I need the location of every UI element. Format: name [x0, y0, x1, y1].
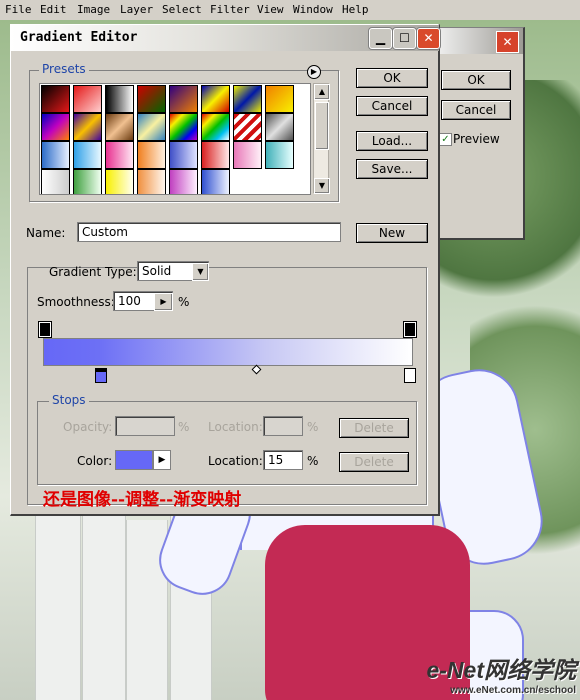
- preset-swatch[interactable]: [169, 141, 198, 169]
- color-location-input[interactable]: 15: [263, 450, 303, 470]
- color-location-label: Location:: [208, 454, 263, 468]
- preset-swatch[interactable]: [265, 113, 294, 141]
- fence-slat: [82, 510, 126, 700]
- presets-scrollbar[interactable]: ▲ ▼: [313, 83, 330, 194]
- color-picker-arrow-icon[interactable]: ▶: [153, 450, 171, 470]
- gradient-map-dialog: ✕ OK Cancel ✓ Preview: [432, 27, 525, 240]
- color-delete-button: Delete: [339, 452, 409, 472]
- gradient-map-cancel-button[interactable]: Cancel: [441, 100, 511, 120]
- menu-view[interactable]: View: [257, 3, 284, 16]
- preset-swatch[interactable]: [105, 113, 134, 141]
- preset-swatch[interactable]: [265, 141, 294, 169]
- close-icon[interactable]: ✕: [496, 31, 519, 53]
- preset-swatch[interactable]: [41, 113, 70, 141]
- preset-swatch[interactable]: [265, 85, 294, 113]
- stops-group: [37, 401, 417, 485]
- menu-filter[interactable]: Filter: [210, 3, 250, 16]
- preset-swatch[interactable]: [105, 141, 134, 169]
- new-button[interactable]: New: [356, 223, 428, 243]
- preset-swatch[interactable]: [201, 113, 230, 141]
- preset-swatch[interactable]: [137, 113, 166, 141]
- opacity-location-unit: %: [307, 420, 319, 434]
- menu-help[interactable]: Help: [342, 3, 369, 16]
- name-input[interactable]: Custom: [77, 222, 341, 242]
- preset-swatch[interactable]: [201, 169, 230, 194]
- menu-layer[interactable]: Layer: [120, 3, 153, 16]
- preview-label: Preview: [453, 132, 500, 146]
- preset-swatch[interactable]: [137, 141, 166, 169]
- menubar: File Edit Image Layer Select Filter View…: [0, 0, 580, 21]
- menu-select[interactable]: Select: [162, 3, 202, 16]
- preset-swatch[interactable]: [73, 113, 102, 141]
- opacity-location-input: [263, 416, 303, 436]
- load-button[interactable]: Load...: [356, 131, 428, 151]
- preset-swatch[interactable]: [41, 169, 70, 194]
- color-location-unit: %: [307, 454, 319, 468]
- cancel-button[interactable]: Cancel: [356, 96, 428, 116]
- preset-swatch[interactable]: [73, 169, 102, 194]
- preset-swatch[interactable]: [201, 85, 230, 113]
- dialog-title: Gradient Editor: [20, 30, 138, 45]
- opacity-input: [115, 416, 175, 436]
- gradient-type-label: Gradient Type:: [49, 265, 137, 279]
- preset-swatch[interactable]: [137, 85, 166, 113]
- stops-legend: Stops: [49, 393, 89, 407]
- color-stop-right[interactable]: [404, 368, 416, 383]
- menu-window[interactable]: Window: [293, 3, 333, 16]
- gradient-editor-titlebar[interactable]: Gradient Editor ▁ ☐ ✕: [11, 25, 440, 51]
- opacity-unit: %: [178, 420, 190, 434]
- preset-swatch[interactable]: [41, 85, 70, 113]
- name-label: Name:: [26, 226, 66, 240]
- color-swatch[interactable]: [115, 450, 153, 470]
- presets-legend: Presets: [39, 62, 89, 76]
- scroll-up-icon[interactable]: ▲: [314, 84, 330, 100]
- opacity-stop-left[interactable]: [39, 322, 51, 337]
- watermark-url: www.eNet.com.cn/eschool: [450, 685, 576, 696]
- preset-swatch[interactable]: [169, 113, 198, 141]
- watermark-brand: e-Net网络学院: [426, 657, 576, 683]
- preset-swatch[interactable]: [73, 85, 102, 113]
- save-button[interactable]: Save...: [356, 159, 428, 179]
- opacity-delete-button: Delete: [339, 418, 409, 438]
- opacity-stop-right[interactable]: [404, 322, 416, 337]
- preset-swatch[interactable]: [137, 169, 166, 194]
- preset-swatch[interactable]: [233, 141, 262, 169]
- chevron-down-icon[interactable]: ▼: [192, 263, 209, 281]
- menu-image[interactable]: Image: [77, 3, 110, 16]
- flyout-arrow-icon[interactable]: ▶: [307, 65, 321, 79]
- scroll-thumb[interactable]: [315, 102, 329, 150]
- presets-swatches: [39, 83, 311, 195]
- preset-swatch[interactable]: [169, 169, 198, 194]
- smoothness-unit: %: [178, 295, 190, 309]
- close-icon[interactable]: ✕: [417, 28, 440, 49]
- color-label: Color:: [77, 454, 113, 468]
- preset-swatch[interactable]: [201, 141, 230, 169]
- preset-swatch[interactable]: [41, 141, 70, 169]
- smoothness-label: Smoothness:: [37, 295, 115, 309]
- gradient-editor-dialog: Gradient Editor ▁ ☐ ✕ Presets ▶ ▲ ▼ OK C…: [10, 24, 440, 516]
- gradient-preview-bar[interactable]: [43, 338, 413, 366]
- site-watermark: e-Net网络学院 www.eNet.com.cn/eschool: [426, 651, 576, 696]
- preset-swatch[interactable]: [73, 141, 102, 169]
- color-stop-selected[interactable]: [95, 368, 107, 383]
- menu-edit[interactable]: Edit: [40, 3, 67, 16]
- scroll-down-icon[interactable]: ▼: [314, 178, 330, 194]
- ok-button[interactable]: OK: [356, 68, 428, 88]
- minimize-icon[interactable]: ▁: [369, 28, 392, 49]
- menu-file[interactable]: File: [5, 3, 32, 16]
- maximize-icon[interactable]: ☐: [393, 28, 416, 49]
- preset-swatch[interactable]: [169, 85, 198, 113]
- preset-swatch[interactable]: [233, 113, 262, 141]
- tutorial-annotation: 还是图像--调整--渐变映射: [43, 490, 242, 510]
- fence-slat: [35, 510, 81, 700]
- opacity-label: Opacity:: [63, 420, 113, 434]
- preview-checkbox[interactable]: ✓: [439, 133, 452, 146]
- preset-swatch[interactable]: [105, 169, 134, 194]
- smoothness-slider-arrow-icon[interactable]: ▶: [154, 293, 173, 311]
- opacity-location-label: Location:: [208, 420, 263, 434]
- preset-swatch[interactable]: [233, 85, 262, 113]
- preset-swatch[interactable]: [105, 85, 134, 113]
- gradient-map-ok-button[interactable]: OK: [441, 70, 511, 90]
